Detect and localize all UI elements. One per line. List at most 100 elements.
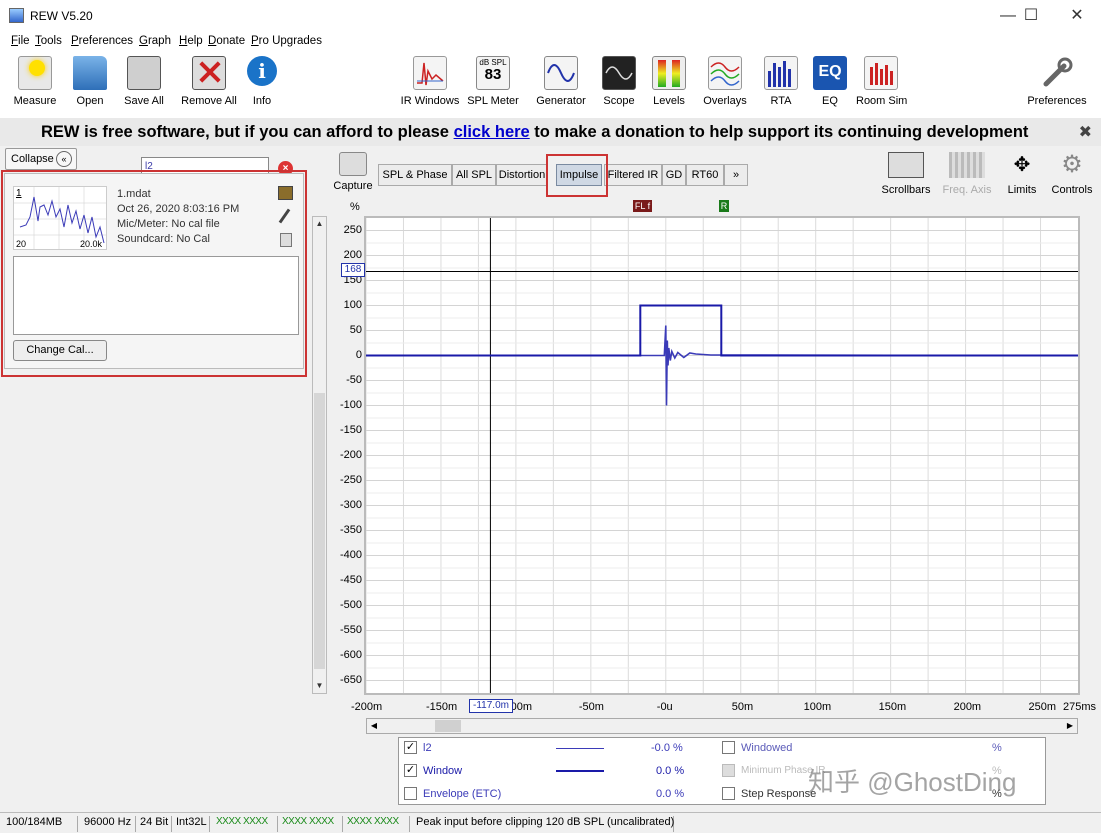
save-all-button[interactable]: Save All <box>123 56 165 107</box>
scope-button[interactable]: Scope <box>602 56 636 107</box>
status-sample-rate: 96000 Hz <box>80 816 136 832</box>
controls-button[interactable]: ⚙ Controls <box>1050 151 1094 197</box>
levels-icon <box>652 56 686 90</box>
info-button[interactable]: i Info <box>247 56 277 107</box>
collapse-button[interactable]: Collapse « <box>5 148 77 170</box>
legend-l2-label: l2 <box>423 742 432 754</box>
scrollbar-thumb[interactable] <box>314 393 325 669</box>
impulse-plot[interactable] <box>364 216 1080 695</box>
watermark: 知乎 @GhostDing <box>808 767 1017 797</box>
x-tick-label: -150m <box>425 701 458 713</box>
status-meter-1: XXXX XXXX <box>212 816 278 832</box>
scroll-left-icon[interactable]: ◀ <box>367 719 381 733</box>
x-tick-label: 50m <box>731 701 754 713</box>
tab-rt60[interactable]: RT60 <box>686 164 724 186</box>
x-tick-label: -50m <box>578 701 604 713</box>
levels-button[interactable]: Levels <box>652 56 686 107</box>
x-tick-label: 150m <box>878 701 907 713</box>
scrollbars-button[interactable]: Scrollbars <box>880 152 932 196</box>
gear-icon: ⚙ <box>1061 151 1083 178</box>
legend-l2-value: -0.0 % <box>651 742 683 754</box>
legend-window-label: Window <box>423 765 463 777</box>
menu-help[interactable]: Help <box>179 35 203 47</box>
spl-meter-icon: dB SPL 83 <box>476 56 510 90</box>
ir-windows-button[interactable]: IR Windows <box>400 56 460 107</box>
menu-tools[interactable]: Tools <box>35 35 62 47</box>
horizontal-scrollbar[interactable]: ◀ ▶ <box>366 718 1078 734</box>
tab-spl-phase[interactable]: SPL & Phase <box>378 164 452 186</box>
legend-step-checkbox[interactable] <box>722 787 735 800</box>
remove-all-button[interactable]: Remove All <box>181 56 237 107</box>
panel-scrollbar[interactable]: ▲ ▼ <box>312 216 327 694</box>
y-tick-label: -150 <box>339 423 362 436</box>
banner-text-after: to make a donation to help support its c… <box>529 123 1029 141</box>
status-meter-2: XXXX XXXX <box>278 816 343 832</box>
menu-graph[interactable]: Graph <box>139 35 171 47</box>
tab-all-spl[interactable]: All SPL <box>452 164 496 186</box>
y-tick-label: -550 <box>339 623 362 636</box>
generator-button[interactable]: Generator <box>535 56 587 107</box>
legend-window-swatch <box>556 770 604 772</box>
y-tick-label: -250 <box>339 473 362 486</box>
marker-fl[interactable]: FL f <box>633 200 652 212</box>
maximize-button[interactable]: ☐ <box>1011 4 1051 28</box>
scrollbars-icon <box>888 152 924 178</box>
overlays-button[interactable]: Overlays <box>701 56 749 107</box>
legend-etc-checkbox[interactable] <box>404 787 417 800</box>
legend-etc-label: Envelope (ETC) <box>423 788 502 800</box>
x-tick-label: 100m <box>803 701 832 713</box>
freq-axis-button: Freq. Axis <box>940 152 994 196</box>
limits-button[interactable]: ✥ Limits <box>1004 152 1040 196</box>
preferences-button[interactable]: Preferences <box>1026 56 1088 107</box>
measure-button[interactable]: Measure <box>13 56 57 107</box>
y-tick-label: 250 <box>343 223 362 236</box>
donation-banner: REW is free software, but if you can aff… <box>0 118 1101 146</box>
room-sim-button[interactable]: Room Sim <box>856 56 907 107</box>
title-bar: REW V5.20 — ☐ ✕ <box>0 0 1101 32</box>
generator-icon <box>544 56 578 90</box>
banner-close-icon[interactable]: ✖ <box>1079 122 1092 142</box>
freq-axis-icon <box>949 152 985 178</box>
menu-pro-upgrades[interactable]: Pro Upgrades <box>251 35 322 47</box>
measure-icon <box>18 56 52 90</box>
legend-windowed-checkbox[interactable] <box>722 741 735 754</box>
donate-link[interactable]: click here <box>454 123 530 141</box>
legend-l2-swatch <box>556 748 604 749</box>
menu-preferences[interactable]: Preferences <box>71 35 133 47</box>
scroll-down-icon[interactable]: ▼ <box>313 679 326 693</box>
tab-distortion[interactable]: Distortion <box>496 164 548 186</box>
close-button[interactable]: ✕ <box>1057 4 1097 28</box>
ir-windows-icon <box>413 56 447 90</box>
camera-icon <box>339 152 367 176</box>
x-tick-label: 275ms <box>1063 701 1097 713</box>
marker-r[interactable]: R <box>719 200 729 212</box>
cursor-y-readout: 168 <box>341 263 365 277</box>
tab-more[interactable]: » <box>724 164 748 186</box>
open-button[interactable]: Open <box>73 56 107 107</box>
status-peak-input: Peak input before clipping 120 dB SPL (u… <box>412 816 674 832</box>
scroll-up-icon[interactable]: ▲ <box>313 217 326 231</box>
menu-donate[interactable]: Donate <box>208 35 245 47</box>
remove-all-icon <box>192 56 226 90</box>
capture-button[interactable]: Capture <box>332 152 374 192</box>
menu-bar: File Tools Preferences Graph Help Donate… <box>0 32 1101 52</box>
spl-meter-button[interactable]: dB SPL 83 SPL Meter <box>467 56 519 107</box>
hscroll-thumb[interactable] <box>435 720 461 732</box>
status-format: Int32L <box>172 816 210 832</box>
eq-button[interactable]: EQ EQ <box>813 56 847 107</box>
scroll-right-icon[interactable]: ▶ <box>1063 719 1077 733</box>
scope-icon <box>602 56 636 90</box>
tab-filtered-ir[interactable]: Filtered IR <box>604 164 662 186</box>
room-sim-icon <box>864 56 898 90</box>
legend-l2-checkbox[interactable]: ✓ <box>404 741 417 754</box>
legend-window-checkbox[interactable]: ✓ <box>404 764 417 777</box>
legend-min-phase-checkbox <box>722 764 735 777</box>
legend-windowed-label: Windowed <box>741 742 793 754</box>
x-tick-label: 200m <box>953 701 982 713</box>
menu-file[interactable]: File <box>11 35 30 47</box>
rta-button[interactable]: RTA <box>764 56 798 107</box>
tab-gd[interactable]: GD <box>662 164 686 186</box>
y-axis-unit: % <box>350 201 360 213</box>
legend-etc-value: 0.0 % <box>656 788 685 800</box>
overlays-icon <box>708 56 742 90</box>
